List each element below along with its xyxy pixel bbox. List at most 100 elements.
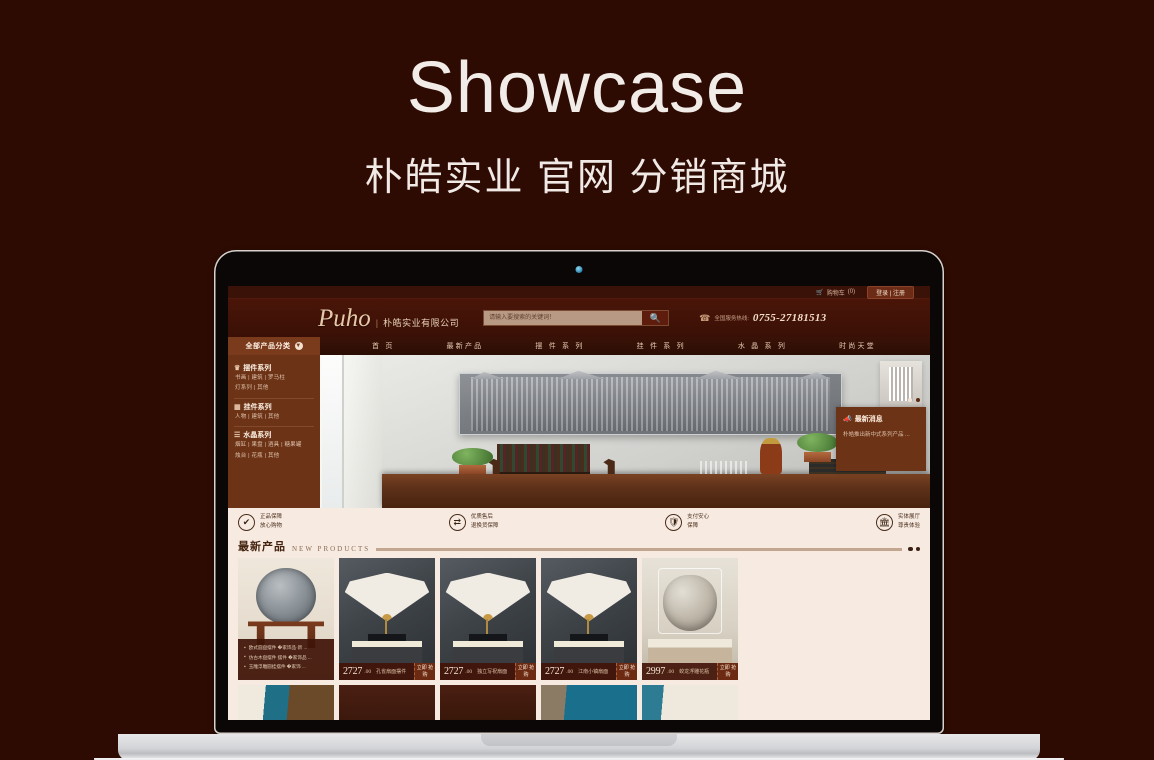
nav-item-new-products[interactable]: 最新产品 [421, 341, 510, 351]
product-card[interactable] [238, 685, 334, 720]
service-line1: 正品保障 [260, 513, 283, 520]
logo-divider: | [375, 317, 379, 328]
service-line2: 放心购物 [260, 523, 283, 529]
service-line2: 退换货保障 [470, 523, 499, 529]
category-links[interactable]: 灯系列 | 其他 [234, 383, 314, 393]
carousel-dot-prev[interactable] [908, 546, 913, 551]
all-categories-button[interactable]: 全部产品分类 ▼ [228, 337, 320, 355]
buy-now-button[interactable]: 立即 抢购 [717, 663, 738, 680]
category-links[interactable]: 烛台 | 花瓶 | 其他 [234, 451, 314, 461]
showcase-page: Showcase 朴皓实业 官网 分销商城 🛒 购物车 (0) 登录 | 注册 [0, 0, 1154, 760]
frame-icon: ▦ [234, 403, 241, 411]
search-input[interactable] [484, 311, 643, 325]
service-showroom: 🏛 实体展厅 尊贵体验 [875, 513, 920, 531]
buy-now-button[interactable]: 立即 抢购 [414, 663, 435, 680]
all-categories-label: 全部产品分类 [245, 343, 291, 350]
service-aftersales: ⇄ 优质售后 退换货保障 [448, 513, 499, 531]
category-links[interactable]: 书画 | 建筑 | 罗马柱 [234, 373, 314, 383]
category-title[interactable]: 水晶系列 [243, 430, 271, 440]
list-item[interactable]: 玉雕浮雕圆挂摆件 �家饰 ... [244, 663, 329, 673]
nav-item-pendants[interactable]: 挂 件 系 列 [611, 341, 712, 351]
pager-dot[interactable] [916, 398, 920, 402]
crystal-icon: ☰ [234, 432, 241, 440]
banner-wall [320, 355, 382, 508]
phone-icon: ☎ [699, 312, 711, 323]
category-links[interactable]: 烟缸 | 果盘 | 酒具 | 糖果罐 [234, 440, 314, 450]
product-card[interactable]: 2727 .00 江南小镇扇面 立即 抢购 [541, 558, 637, 680]
carousel-dots-icon[interactable] [908, 546, 920, 551]
logo-company-name: 朴皓实业有限公司 [383, 317, 460, 328]
news-title-label: 最新消息 [854, 416, 883, 423]
product-name: 独立写祝扇面 [477, 669, 508, 675]
nav-item-fashion[interactable]: 时尚天堂 [813, 341, 902, 351]
login-register-link[interactable]: 登录 | 注册 [867, 286, 914, 299]
product-card-featured[interactable]: 欧式圆盘摆件 �家饰品·新 ... 仿古木盘摆件 摆件 �家饰品 ... 玉雕浮… [238, 558, 334, 680]
list-item[interactable]: 欧式圆盘摆件 �家饰品·新 ... [244, 644, 329, 654]
nav-item-ornaments[interactable]: 摆 件 系 列 [509, 341, 610, 351]
site-topbar: 🛒 购物车 (0) 登录 | 注册 [228, 286, 930, 299]
product-name: 江南小镇扇面 [578, 669, 609, 675]
laptop-base [118, 734, 1040, 760]
product-row-next [238, 685, 920, 720]
nav-item-list: 首 页 最新产品 摆 件 系 列 挂 件 系 列 水 晶 系 列 时尚天堂 [320, 337, 930, 355]
search-button[interactable]: 🔍 [642, 311, 669, 325]
product-row: 欧式圆盘摆件 �家饰品·新 ... 仿古木盘摆件 摆件 �家饰品 ... 玉雕浮… [238, 558, 920, 680]
product-bullet-list: 欧式圆盘摆件 �家饰品·新 ... 仿古木盘摆件 摆件 �家饰品 ... 玉雕浮… [238, 638, 334, 680]
product-card[interactable]: 2727 .00 孔雀扇面摆件 立即 抢购 [339, 558, 435, 680]
category-links[interactable]: 人物 | 建筑 | 其他 [234, 412, 314, 422]
product-price-decimals: .00 [566, 668, 574, 675]
service-line2: 尊贵体验 [897, 523, 920, 529]
banner-pager[interactable] [908, 398, 920, 402]
cart-label: 购物车 [826, 290, 845, 297]
fan-product-image [546, 572, 632, 622]
section-title-cn: 最新产品 [238, 541, 286, 553]
cart-link[interactable]: 🛒 购物车 (0) [816, 288, 855, 297]
product-card[interactable] [642, 685, 738, 720]
logo-wordmark: Puho [318, 304, 371, 332]
laptop-lid: 🛒 购物车 (0) 登录 | 注册 Puho | 朴皓实业有限公司 请输入要搜索… [214, 250, 944, 734]
check-circle-icon: ✔ [238, 513, 255, 531]
banner-window [322, 355, 344, 508]
product-price-decimals: .00 [667, 668, 675, 675]
page-title: Showcase [406, 48, 748, 128]
service-payment: 🛡 支付安心 保障 [665, 513, 709, 531]
buy-now-button[interactable]: 立即 抢购 [616, 663, 637, 680]
vase-product-image [663, 575, 717, 632]
nav-item-crystal[interactable]: 水 晶 系 列 [712, 341, 813, 351]
buy-now-button[interactable]: 立即 抢购 [515, 663, 536, 680]
product-card[interactable]: 2997 .00 蛟龙浮雕花瓶 立即 抢购 [642, 558, 738, 680]
hotline-label: 全国服务热线: [714, 316, 749, 322]
category-title[interactable]: 摆件系列 [243, 363, 271, 373]
product-price: 2727 [444, 666, 464, 677]
service-hotline: ☎ 全国服务热线: 0755-27181513 [699, 312, 826, 324]
section-header-new-products: 最新产品 NEW PRODUCTS [228, 536, 930, 554]
carousel-dot-next[interactable] [915, 546, 920, 551]
search-box[interactable]: 🔍 [483, 310, 670, 326]
round-plaque-product-image [256, 567, 316, 624]
latest-news-panel: 📣 最新消息 朴皓推出新中式系列产品 ... [836, 398, 926, 471]
hero-banner-image[interactable]: 📣 最新消息 朴皓推出新中式系列产品 ... [320, 355, 930, 508]
list-item[interactable]: 仿古木盘摆件 摆件 �家饰品 ... [244, 653, 329, 663]
main-nav: 全部产品分类 ▼ 首 页 最新产品 摆 件 系 列 挂 件 系 列 水 晶 系 … [228, 337, 930, 355]
product-price: 2727 [343, 666, 363, 677]
category-title[interactable]: 挂件系列 [244, 402, 272, 412]
pager-dot-active[interactable] [908, 398, 912, 402]
product-card[interactable] [541, 685, 637, 720]
horse-bookend-right [603, 458, 615, 475]
product-card[interactable] [440, 685, 536, 720]
category-sidebar: ♛ 摆件系列 书画 | 建筑 | 罗马柱 灯系列 | 其他 ▦ 挂件系列 人物 [228, 355, 320, 508]
news-item[interactable]: 朴皓推出新中式系列产品 ... [843, 431, 919, 440]
megaphone-icon: 📣 [843, 416, 852, 423]
hero-section: Showcase 朴皓实业 官网 分销商城 [0, 0, 1154, 201]
product-card[interactable]: 2727 .00 独立写祝扇面 立即 抢购 [440, 558, 536, 680]
site-logo[interactable]: Puho | 朴皓实业有限公司 [244, 306, 459, 331]
product-price-bar: 2727 .00 独立写祝扇面 立即 抢购 [440, 663, 536, 680]
page-subtitle: 朴皓实业 官网 分销商城 [364, 157, 790, 199]
product-price-bar: 2727 .00 江南小镇扇面 立即 抢购 [541, 663, 637, 680]
site-header: Puho | 朴皓实业有限公司 🔍 ☎ 全国服务热线: 0755-2718151 [228, 299, 930, 337]
service-line1: 实体展厅 [897, 513, 920, 520]
product-card[interactable] [339, 685, 435, 720]
nav-item-home[interactable]: 首 页 [346, 341, 421, 351]
cart-icon: 🛒 [816, 289, 824, 296]
exchange-icon: ⇄ [448, 513, 466, 531]
